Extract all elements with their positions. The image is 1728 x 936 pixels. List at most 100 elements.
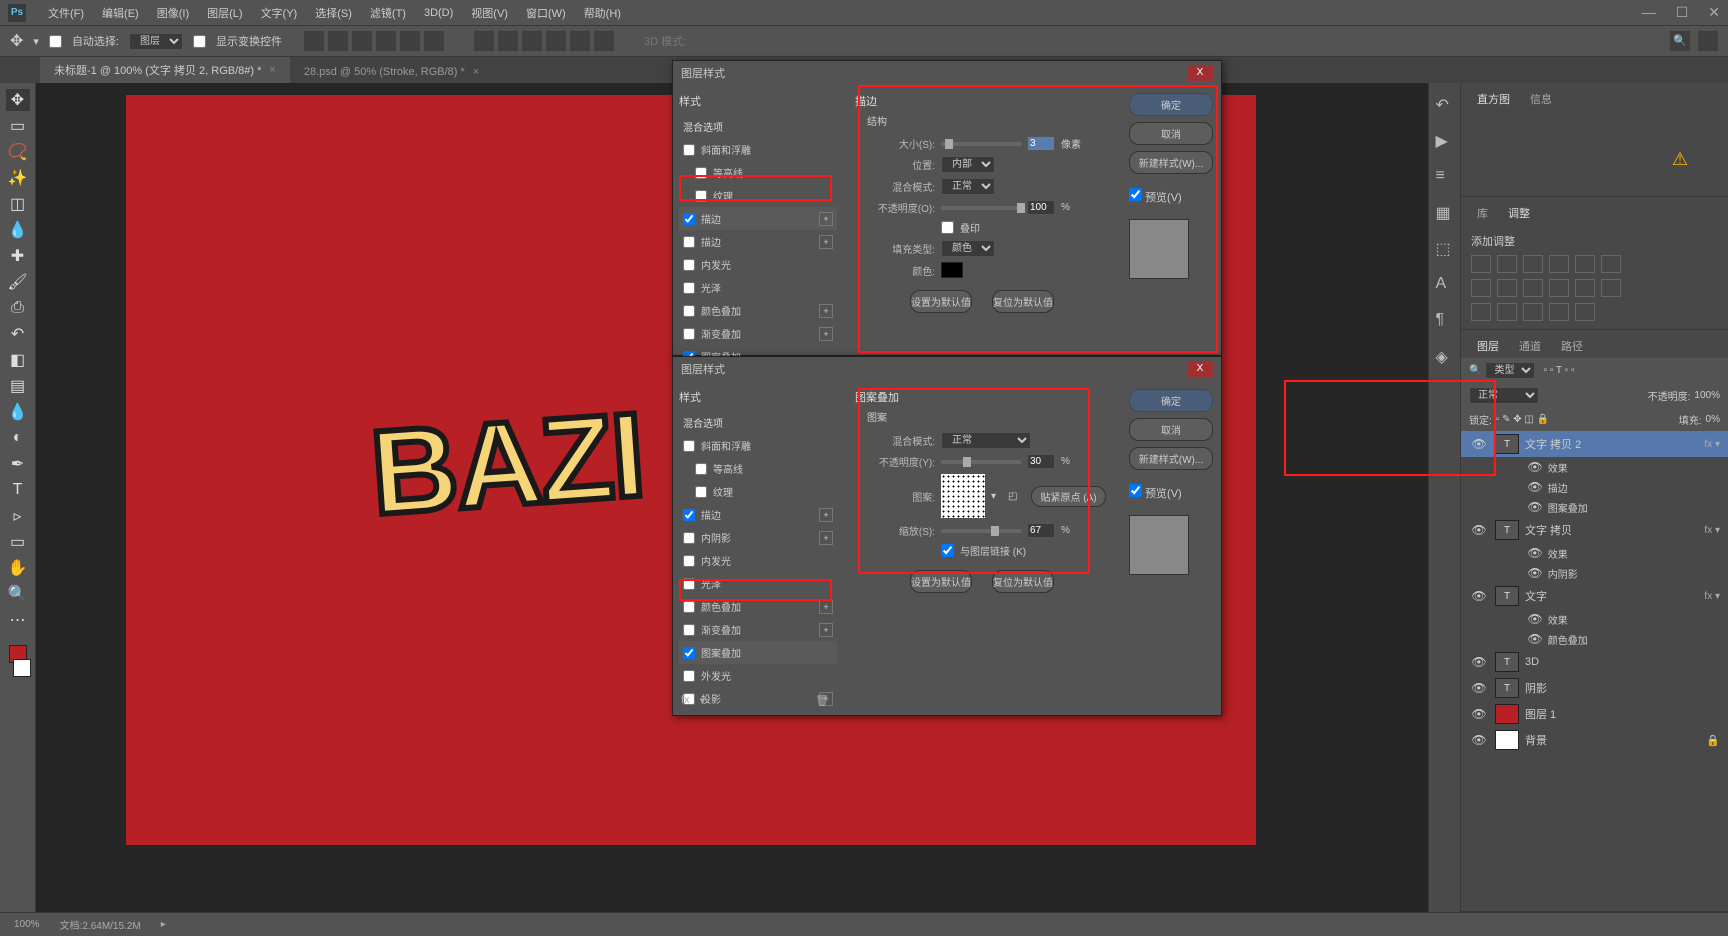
visibility-icon[interactable]: 👁 [1469,707,1489,721]
brushes-icon[interactable]: ≡ [1436,167,1454,185]
style-satin[interactable]: 光泽 [679,276,837,299]
style-outerglow[interactable]: 外发光 [679,664,837,687]
size-slider[interactable] [941,142,1021,146]
style-texture[interactable]: 纹理 [679,480,837,503]
layer-row[interactable]: 👁 T 文字 拷贝 fx ▾ [1461,517,1728,543]
paragraph-icon[interactable]: ¶ [1436,311,1454,329]
chevron-down-icon[interactable]: ▾ [33,35,39,48]
style-stroke[interactable]: 描边+ [679,503,837,526]
close-icon[interactable]: X [1187,361,1213,377]
warning-icon[interactable]: ⚠ [1672,149,1688,170]
blur-tool[interactable]: 💧 [6,401,30,423]
layer-row[interactable]: 👁 T 3D [1461,649,1728,675]
trash-icon[interactable]: 🗑 [815,694,829,707]
menu-3d[interactable]: 3D(D) [416,4,461,22]
marquee-tool[interactable]: ▭ [6,115,30,137]
adjust-icon[interactable] [1575,255,1595,273]
pen-tool[interactable]: ✒ [6,453,30,475]
visibility-icon[interactable]: 👁 [1469,589,1489,603]
close-icon[interactable]: × [269,64,275,76]
new-pattern-icon[interactable]: ◰ [1008,491,1017,502]
move-tool[interactable]: ✥ [6,89,30,111]
align-icon[interactable] [328,31,348,51]
visibility-icon[interactable]: 👁 [1525,460,1545,474]
layer-effect[interactable]: 👁 描边 [1461,477,1728,497]
layer-row[interactable]: 👁 图层 1 [1461,701,1728,727]
path-tool[interactable]: ▹ [6,505,30,527]
plus-icon[interactable]: + [819,327,833,341]
tab-adjustments[interactable]: 调整 [1498,201,1540,225]
style-bevel[interactable]: 斜面和浮雕 [679,434,837,457]
close-icon[interactable]: × [473,66,479,78]
menu-file[interactable]: 文件(F) [40,2,92,24]
filltype-dropdown[interactable]: 颜色 [941,240,995,257]
set-default-button[interactable]: 设置为默认值 [910,570,972,593]
more-tool[interactable]: ⋯ [6,609,30,631]
align-icon[interactable] [352,31,372,51]
lock-icons[interactable]: ▫ ✎ ✥ ◫ 🔒 [1496,414,1549,425]
visibility-icon[interactable]: 👁 [1525,612,1545,626]
visibility-icon[interactable]: 👁 [1525,632,1545,646]
distribute-icon[interactable] [594,31,614,51]
chevron-icon[interactable]: ▾ [700,694,706,707]
layer-effect[interactable]: 👁 效果 [1461,457,1728,477]
align-icon[interactable] [304,31,324,51]
menu-select[interactable]: 选择(S) [307,2,360,24]
plus-icon[interactable]: + [819,531,833,545]
layer-row[interactable]: 👁 T 阴影 [1461,675,1728,701]
opacity-value[interactable]: 100% [1694,390,1720,401]
auto-select-checkbox[interactable] [49,35,62,48]
opacity-input[interactable] [1027,200,1055,215]
link-layer-checkbox[interactable] [941,544,954,557]
align-icon[interactable] [424,31,444,51]
menu-edit[interactable]: 编辑(E) [94,2,147,24]
gradient-tool[interactable]: ▤ [6,375,30,397]
opacity-slider[interactable] [941,206,1021,210]
visibility-icon[interactable]: 👁 [1525,546,1545,560]
history-brush-tool[interactable]: ↶ [6,323,30,345]
tab-layers[interactable]: 图层 [1467,334,1509,358]
layer-filter-dropdown[interactable]: 类型 [1485,362,1535,379]
layer-row[interactable]: 👁 T 文字 fx ▾ [1461,583,1728,609]
wand-tool[interactable]: ✨ [6,167,30,189]
layer-row[interactable]: 👁 背景 🔒 [1461,727,1728,753]
layer-effect[interactable]: 👁 效果 [1461,609,1728,629]
blend-dropdown[interactable]: 正常 [941,178,995,195]
adjust-selective-icon[interactable] [1575,303,1595,321]
window-close-icon[interactable]: ✕ [1708,4,1720,21]
hand-tool[interactable]: ✋ [6,557,30,579]
tab-channels[interactable]: 通道 [1509,334,1551,358]
visibility-icon[interactable]: 👁 [1525,480,1545,494]
brush-tool[interactable]: 🖌 [6,271,30,293]
plus-icon[interactable]: + [819,600,833,614]
background-color[interactable] [13,659,31,677]
snap-origin-button[interactable]: 贴紧原点 (A) [1031,486,1105,507]
opacity-input[interactable] [1027,454,1055,469]
shape-tool[interactable]: ▭ [6,531,30,553]
document-size[interactable]: 文档:2.64M/15.2M [60,917,141,932]
adjust-gradient-icon[interactable] [1549,303,1569,321]
transform-checkbox[interactable] [193,35,206,48]
visibility-icon[interactable]: 👁 [1469,733,1489,747]
style-innershadow[interactable]: 内阴影+ [679,526,837,549]
cube-icon[interactable]: ⬚ [1436,239,1454,257]
blend-options[interactable]: 混合选项 [679,411,837,434]
visibility-icon[interactable]: 👁 [1525,500,1545,514]
distribute-icon[interactable] [474,31,494,51]
ok-button[interactable]: 确定 [1129,389,1213,412]
layer-effect[interactable]: 👁 效果 [1461,543,1728,563]
style-texture[interactable]: 纹理 [679,184,837,207]
align-icon[interactable] [376,31,396,51]
menu-image[interactable]: 图像(I) [149,2,197,24]
zoom-tool[interactable]: 🔍 [6,583,30,605]
history-icon[interactable]: ↶ [1436,95,1454,113]
visibility-icon[interactable]: 👁 [1525,566,1545,580]
cancel-button[interactable]: 取消 [1129,122,1213,145]
preview-checkbox[interactable] [1129,188,1142,201]
distribute-icon[interactable] [546,31,566,51]
distribute-icon[interactable] [522,31,542,51]
adjust-levels-icon[interactable] [1497,255,1517,273]
adjust-channel-icon[interactable] [1549,279,1569,297]
heal-tool[interactable]: ✚ [6,245,30,267]
search-icon[interactable]: 🔍 [1469,365,1481,376]
